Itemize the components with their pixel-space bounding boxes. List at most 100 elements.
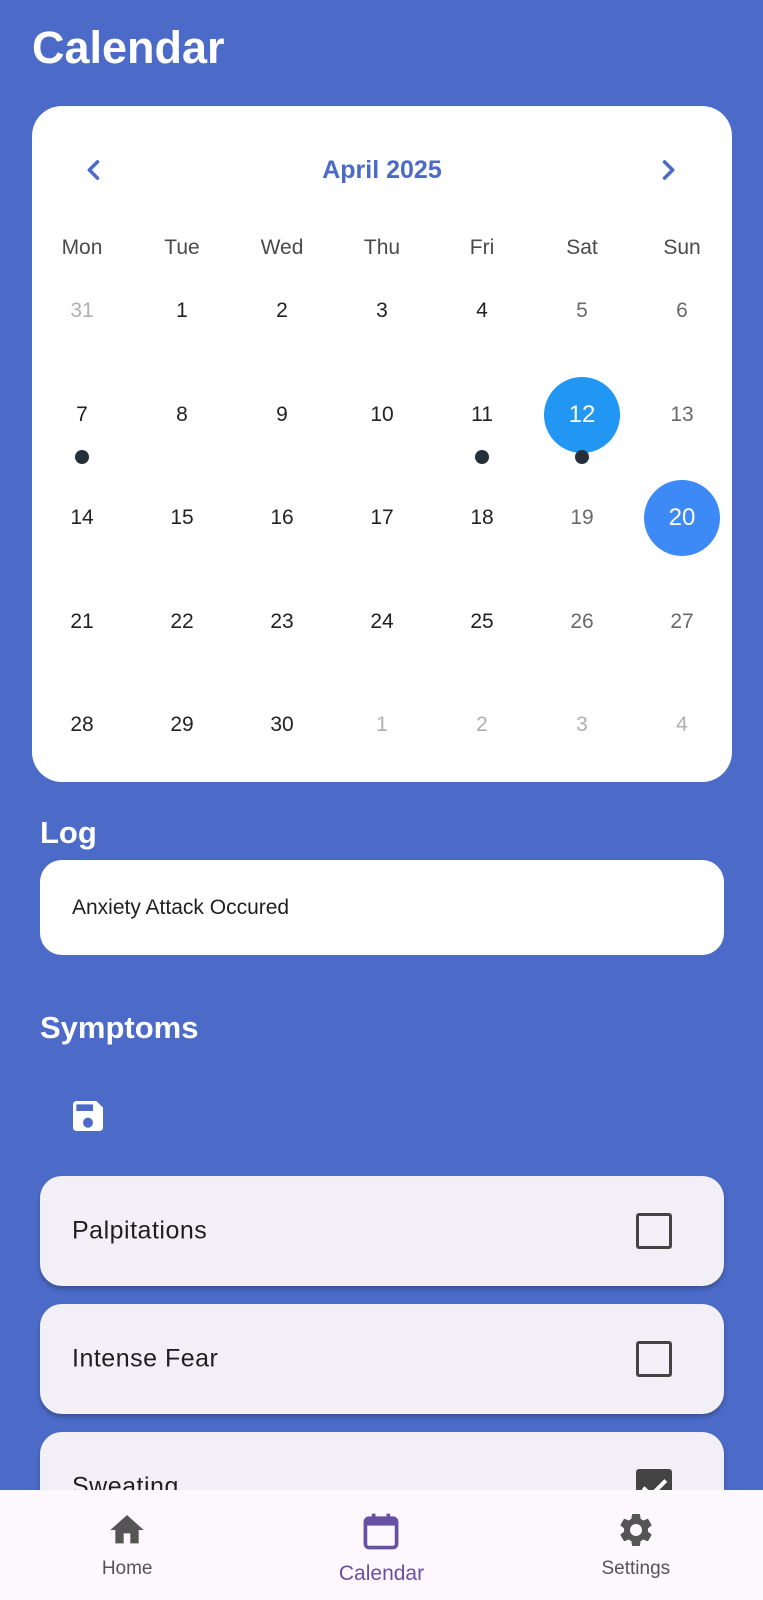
calendar-day-number: 22	[170, 609, 194, 633]
calendar-day[interactable]: 11	[432, 375, 532, 479]
nav-item-calendar[interactable]: Calendar	[254, 1490, 508, 1600]
calendar-day[interactable]: 29	[132, 685, 232, 789]
calendar-day-number: 27	[670, 609, 694, 633]
calendar-day-number: 1	[376, 713, 388, 736]
symptom-label: Palpitations	[72, 1216, 208, 1245]
calendar-day[interactable]: 13	[632, 375, 732, 479]
calendar-day[interactable]: 24	[332, 582, 432, 686]
calendar-day-selected[interactable]: 20	[632, 478, 732, 582]
calendar-day-number: 28	[70, 713, 94, 736]
calendar-grid: 31 1 2 3 4 5 6 7 8 9 10 11 12 13 14 15 16 17 18 19 20 21 22 23 2…	[32, 271, 732, 789]
calendar-day[interactable]: 16	[232, 478, 332, 582]
calendar-day[interactable]: 3	[532, 685, 632, 789]
calendar-day[interactable]: 1	[132, 271, 232, 375]
calendar-day-number: 29	[170, 713, 194, 736]
calendar-day-number: 3	[376, 299, 388, 322]
calendar-week-row: 31 1 2 3 4 5 6	[32, 271, 732, 375]
calendar-day[interactable]: 23	[232, 582, 332, 686]
gear-icon	[620, 1514, 652, 1546]
calendar-day-number: 2	[476, 713, 488, 736]
symptom-item: Intense Fear	[40, 1304, 724, 1414]
calendar-day[interactable]: 2	[232, 271, 332, 375]
chevron-right-icon	[662, 160, 675, 180]
calendar-day-number: 20	[668, 504, 696, 531]
calendar-day[interactable]: 1	[332, 685, 432, 789]
weekday-label: Mon	[61, 236, 103, 259]
calendar-day[interactable]: 27	[632, 582, 732, 686]
calendar-day[interactable]: 8	[132, 375, 232, 479]
calendar-day[interactable]: 18	[432, 478, 532, 582]
calendar-day-number: 19	[570, 506, 594, 529]
weekday-label: Sun	[663, 236, 701, 259]
calendar-day[interactable]: 5	[532, 271, 632, 375]
calendar-day-number: 6	[676, 299, 688, 322]
calendar-day[interactable]: 28	[32, 685, 132, 789]
calendar-day[interactable]: 22	[132, 582, 232, 686]
calendar-day-number: 12	[568, 400, 596, 428]
weekday-label: Thu	[363, 236, 401, 259]
calendar-day[interactable]: 21	[32, 582, 132, 686]
calendar-day[interactable]: 15	[132, 478, 232, 582]
symptom-checkbox[interactable]	[636, 1213, 672, 1249]
calendar-day[interactable]: 10	[332, 375, 432, 479]
symptom-checkbox[interactable]	[636, 1341, 672, 1377]
symptom-item: Palpitations	[40, 1176, 724, 1286]
calendar-day[interactable]: 31	[32, 271, 132, 375]
symptoms-title: Symptoms	[40, 1010, 199, 1045]
calendar-day-number: 15	[170, 506, 194, 529]
calendar-day-number: 4	[676, 713, 688, 736]
calendar-week-row: 28 29 30 1 2 3 4	[32, 685, 732, 789]
nav-item-home[interactable]: Home	[0, 1490, 254, 1600]
nav-item-settings[interactable]: Settings	[509, 1490, 763, 1600]
calendar-icon	[364, 1513, 399, 1550]
home-icon	[110, 1515, 144, 1544]
weekday-label: Sat	[566, 236, 598, 259]
weekday-label: Tue	[164, 236, 200, 259]
calendar-day[interactable]: 25	[432, 582, 532, 686]
calendar-day[interactable]: 7	[32, 375, 132, 479]
calendar-day[interactable]: 9	[232, 375, 332, 479]
save-button[interactable]	[62, 1090, 114, 1142]
calendar-day-number: 16	[270, 506, 294, 529]
nav-label: Home	[101, 1558, 153, 1579]
calendar-day[interactable]: 2	[432, 685, 532, 789]
calendar-day-number: 31	[70, 299, 94, 322]
calendar-day-number: 24	[370, 609, 394, 633]
calendar-week-row: 14 15 16 17 18 19 20	[32, 478, 732, 582]
log-title: Log	[40, 815, 97, 850]
calendar-day[interactable]: 26	[532, 582, 632, 686]
calendar-day[interactable]: 6	[632, 271, 732, 375]
calendar-day-number: 18	[470, 506, 494, 529]
calendar-day[interactable]: 3	[332, 271, 432, 375]
calendar-day-today[interactable]: 12	[532, 375, 632, 479]
symptom-label: Intense Fear	[72, 1344, 219, 1373]
calendar-day-number: 30	[270, 713, 294, 736]
calendar-week-row: 7 8 9 10 11 12 13	[32, 375, 732, 479]
calendar-day-number: 25	[470, 609, 494, 633]
calendar-day-number: 7	[76, 402, 88, 426]
event-marker-dot	[475, 449, 489, 464]
calendar-day-number: 10	[370, 402, 394, 426]
calendar-day-number: 26	[570, 609, 594, 633]
calendar-day[interactable]: 4	[632, 685, 732, 789]
event-marker-dot	[575, 449, 589, 464]
calendar-day[interactable]: 14	[32, 478, 132, 582]
calendar-day-number: 1	[176, 299, 188, 322]
calendar-day[interactable]: 19	[532, 478, 632, 582]
calendar-week-row: 21 22 23 24 25 26 27	[32, 582, 732, 686]
calendar-day[interactable]: 30	[232, 685, 332, 789]
calendar-card: April 2025 Mon Tue Wed Thu Fri Sat Sun 3…	[32, 106, 732, 782]
calendar-day-number: 5	[576, 299, 588, 322]
event-marker-dot	[75, 449, 89, 464]
calendar-day-number: 9	[276, 402, 288, 426]
calendar-day-number: 8	[176, 402, 188, 426]
nav-label: Settings	[601, 1558, 671, 1579]
save-icon	[73, 1101, 103, 1131]
calendar-day[interactable]: 17	[332, 478, 432, 582]
calendar-day-number: 17	[370, 506, 394, 529]
log-entry[interactable]: Anxiety Attack Occured	[40, 860, 724, 955]
calendar-day[interactable]: 4	[432, 271, 532, 375]
calendar-day-number: 4	[476, 299, 488, 322]
page-title: Calendar	[32, 22, 225, 73]
next-month-button[interactable]	[648, 150, 688, 190]
